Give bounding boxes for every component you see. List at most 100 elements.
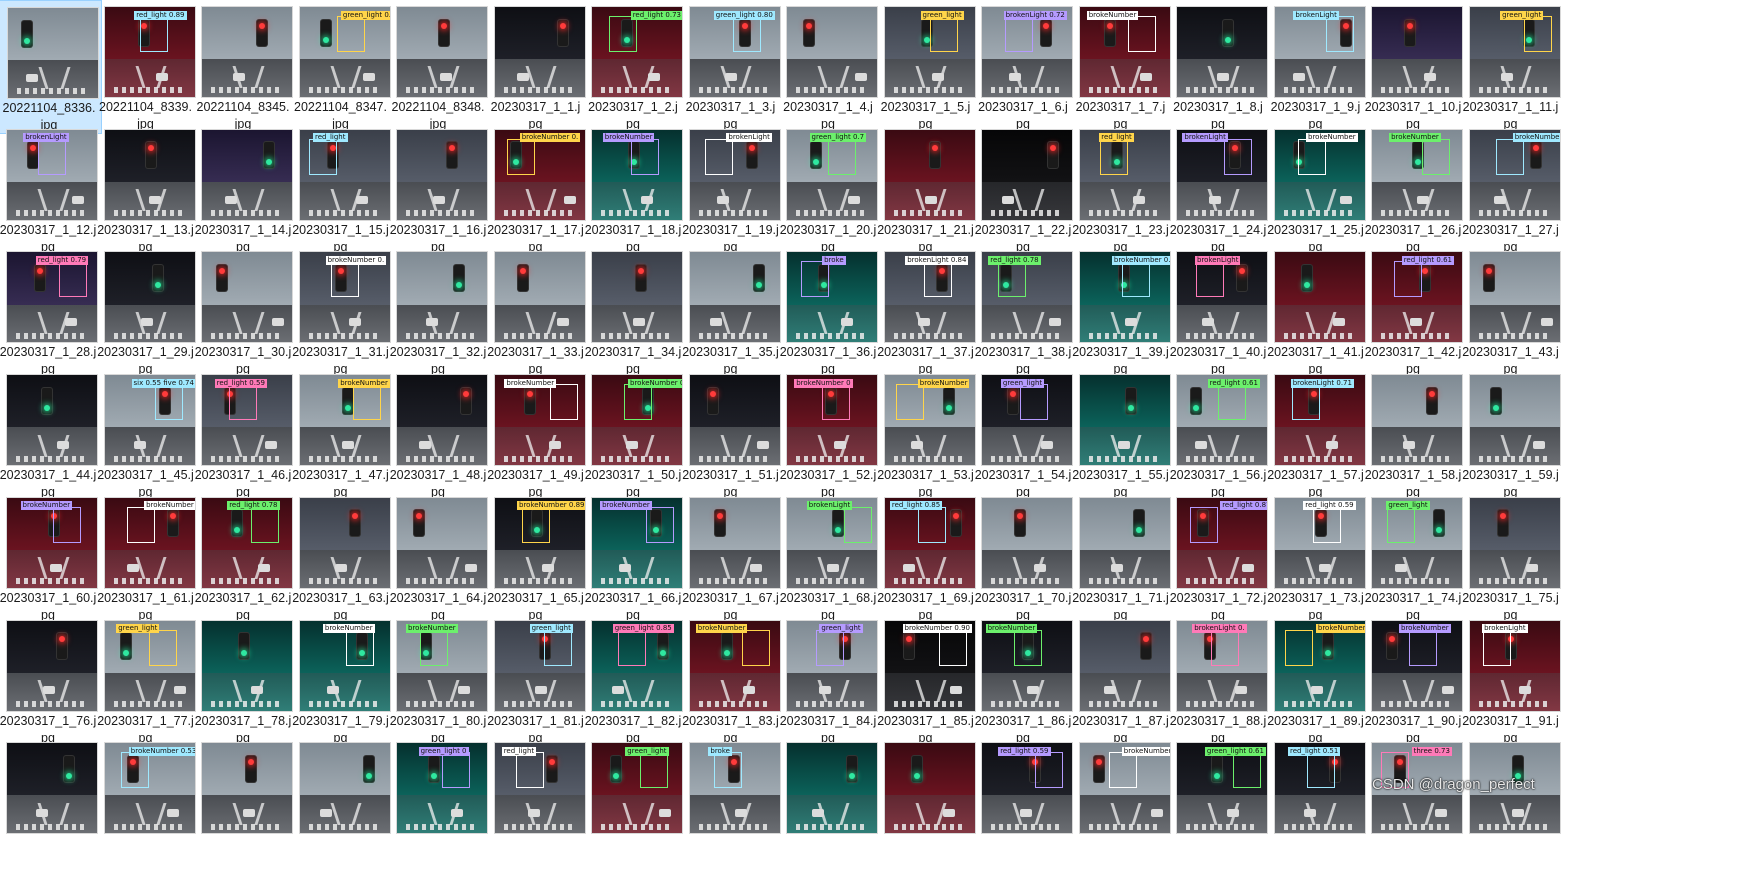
file-item[interactable]: green_light 20230317_1_5.j pg: [872, 0, 980, 134]
file-item[interactable]: six 0.55 five 0.74 20230317_1_45.j pg: [92, 368, 200, 502]
file-item[interactable]: green_light: [579, 736, 687, 870]
file-item[interactable]: 20221104_8336. jpg: [0, 0, 102, 134]
file-item[interactable]: broke: [677, 736, 785, 870]
file-item[interactable]: 20230317_1_35.j pg: [677, 245, 785, 379]
file-item[interactable]: red_light 0.59 20230317_1_46.j pg: [189, 368, 297, 502]
file-item[interactable]: brokeNumber 20230317_1_49.j pg: [482, 368, 590, 502]
file-item[interactable]: 20230317_1_48.j pg: [384, 368, 492, 502]
file-item[interactable]: brokeNumber 20230317_1_79.j pg: [287, 614, 395, 748]
file-item[interactable]: brokeNumber 0.6020230317_1_50.jpg: [579, 368, 687, 502]
file-item[interactable]: brokeNumber 20230317_1_80.j pg: [384, 614, 492, 748]
file-item[interactable]: [1457, 736, 1565, 870]
file-item[interactable]: red_light 0.78 20230317_1_38.j pg: [969, 245, 1077, 379]
file-item[interactable]: 20230317_1_16.j pg: [384, 123, 492, 257]
file-item[interactable]: brokenLight 20230317_1_91.j pg: [1457, 614, 1565, 748]
file-item[interactable]: 20230317_1_63.j pg: [287, 491, 395, 625]
file-item[interactable]: green_light 20230317_1_74.j pg: [1359, 491, 1467, 625]
file-item[interactable]: red_light 0.61 20230317_1_56.j pg: [1164, 368, 1272, 502]
file-item[interactable]: 20230317_1_1.j pg: [482, 0, 590, 134]
file-item[interactable]: 20230317_1_78.j pg: [189, 614, 297, 748]
file-item[interactable]: green_light 20230317_1_54.j pg: [969, 368, 1077, 502]
file-item[interactable]: 20230317_1_34.j pg: [579, 245, 687, 379]
file-item[interactable]: brokeNumber 20230317_1_26.j pg: [1359, 123, 1467, 257]
file-item[interactable]: green_light 0.7320221104_8347.jpg: [287, 0, 395, 134]
file-item[interactable]: brokeNumber 0.9020230317_1_27.jpg: [1457, 123, 1565, 257]
file-item[interactable]: 20230317_1_10.j pg: [1359, 0, 1467, 134]
file-item[interactable]: red_light 0.85 20230317_1_69.j pg: [872, 491, 980, 625]
file-item[interactable]: 20230317_1_29.j pg: [92, 245, 200, 379]
file-item[interactable]: 20230317_1_51.j pg: [677, 368, 785, 502]
file-item[interactable]: brokenLight 20230317_1_19.j pg: [677, 123, 785, 257]
file-item[interactable]: brokenLight 0.72 20230317_1_6.j pg: [969, 0, 1077, 134]
file-item[interactable]: 20230317_1_13.j pg: [92, 123, 200, 257]
file-item[interactable]: 20221104_8345. jpg: [189, 0, 297, 134]
file-item[interactable]: 20230317_1_21.j pg: [872, 123, 980, 257]
file-item[interactable]: red_light: [482, 736, 590, 870]
file-item[interactable]: 20230317_1_41.j pg: [1262, 245, 1370, 379]
file-item[interactable]: red_light 20230317_1_23.j pg: [1067, 123, 1175, 257]
file-item[interactable]: red_light 0.89 20221104_8339. jpg: [92, 0, 200, 134]
file-item[interactable]: 20230317_1_87.j pg: [1067, 614, 1175, 748]
file-item[interactable]: brokeNumber 20230317_1_60.j pg: [0, 491, 102, 625]
file-item[interactable]: brokenLight 20230317_1_12.j pg: [0, 123, 102, 257]
file-item[interactable]: red_light 0.51: [1262, 736, 1370, 870]
file-item[interactable]: 20230317_1_58.j pg: [1359, 368, 1467, 502]
file-item[interactable]: brokeNumber 20230317_1_7.j pg: [1067, 0, 1175, 134]
file-item[interactable]: brokeNumber 20230317_1_47.j pg: [287, 368, 395, 502]
file-item[interactable]: green_light 0: [384, 736, 492, 870]
file-item[interactable]: red_light 0.79 20230317_1_28.j pg: [0, 245, 102, 379]
file-item[interactable]: 20230317_1_76.j pg: [0, 614, 102, 748]
file-item[interactable]: brokenLight 20230317_1_68.j pg: [774, 491, 882, 625]
file-item[interactable]: broke 20230317_1_36.j pg: [774, 245, 882, 379]
file-item[interactable]: brokenLight 20230317_1_40.j pg: [1164, 245, 1272, 379]
file-item[interactable]: 20230317_1_33.j pg: [482, 245, 590, 379]
file-item[interactable]: brokeNumber 20230317_1_61.j pg: [92, 491, 200, 625]
file-item[interactable]: green_light 20230317_1_77.j pg: [92, 614, 200, 748]
file-item[interactable]: 20230317_1_32.j pg: [384, 245, 492, 379]
file-item[interactable]: green_light 0.61: [1164, 736, 1272, 870]
file-item[interactable]: 20230317_1_59.j pg: [1457, 368, 1565, 502]
file-item[interactable]: 20230317_1_55.j pg: [1067, 368, 1175, 502]
file-item[interactable]: [0, 736, 102, 870]
file-item[interactable]: 20230317_1_14.j pg: [189, 123, 297, 257]
file-item[interactable]: brokeNumber 0.90 20230317_1_85.j pg: [872, 614, 980, 748]
file-item[interactable]: red_light 0.59: [969, 736, 1077, 870]
file-item[interactable]: brokeNumber 20230317_1_66.j pg: [579, 491, 687, 625]
file-item[interactable]: 20230317_1_71.j pg: [1067, 491, 1175, 625]
file-item[interactable]: 20230317_1_70.j pg: [969, 491, 1077, 625]
file-item[interactable]: red_light 0.59 20230317_1_73.j pg: [1262, 491, 1370, 625]
file-item[interactable]: brokeNumber 0.89 20230317_1_65.j pg: [482, 491, 590, 625]
file-item[interactable]: three 0.73: [1359, 736, 1467, 870]
file-item[interactable]: 20221104_8348. jpg: [384, 0, 492, 134]
file-item[interactable]: [189, 736, 297, 870]
file-item[interactable]: green_light 20230317_1_81.j pg: [482, 614, 590, 748]
file-item[interactable]: red_light 0.73 20230317_1_2.j pg: [579, 0, 687, 134]
file-item[interactable]: green_light 20230317_1_84.j pg: [774, 614, 882, 748]
file-item[interactable]: 20230317_1_22.j pg: [969, 123, 1077, 257]
file-item[interactable]: [872, 736, 980, 870]
file-item[interactable]: red_light 0.61 20230317_1_42.j pg: [1359, 245, 1467, 379]
file-item[interactable]: red_light 0.87 20230317_1_72.j pg: [1164, 491, 1272, 625]
file-item[interactable]: [774, 736, 882, 870]
file-item[interactable]: red_light 20230317_1_15.j pg: [287, 123, 395, 257]
file-item[interactable]: green_light 0.80 20230317_1_3.j pg: [677, 0, 785, 134]
file-item[interactable]: 20230317_1_30.j pg: [189, 245, 297, 379]
file-item[interactable]: brokeNumber 0. 20230317_1_31.j pg: [287, 245, 395, 379]
file-item[interactable]: brokeNumber 20230317_1_25.j pg: [1262, 123, 1370, 257]
file-item[interactable]: brokeNumber 0.820230317_1_89.jpg: [1262, 614, 1370, 748]
file-item[interactable]: brokeNumber: [1067, 736, 1175, 870]
file-item[interactable]: 20230317_1_75.j pg: [1457, 491, 1565, 625]
file-item[interactable]: brokeNumber 20230317_1_90.j pg: [1359, 614, 1467, 748]
file-item[interactable]: 20230317_1_4.j pg: [774, 0, 882, 134]
file-item[interactable]: green_light 20230317_1_11.j pg: [1457, 0, 1565, 134]
file-item[interactable]: [287, 736, 395, 870]
file-item[interactable]: brokenLight 0.84 20230317_1_37.j pg: [872, 245, 980, 379]
file-item[interactable]: 20230317_1_43.j pg: [1457, 245, 1565, 379]
file-item[interactable]: 20230317_1_64.j pg: [384, 491, 492, 625]
file-item[interactable]: brokeNumber 20230317_1_53.j pg: [872, 368, 980, 502]
file-item[interactable]: brokeNumber 20230317_1_18.j pg: [579, 123, 687, 257]
file-item[interactable]: brokeNumber 20230317_1_83.j pg: [677, 614, 785, 748]
file-item[interactable]: brokenLight 0. 20230317_1_88.j pg: [1164, 614, 1272, 748]
file-item[interactable]: 20230317_1_8.j pg: [1164, 0, 1272, 134]
file-item[interactable]: brokeNumber 20230317_1_86.j pg: [969, 614, 1077, 748]
